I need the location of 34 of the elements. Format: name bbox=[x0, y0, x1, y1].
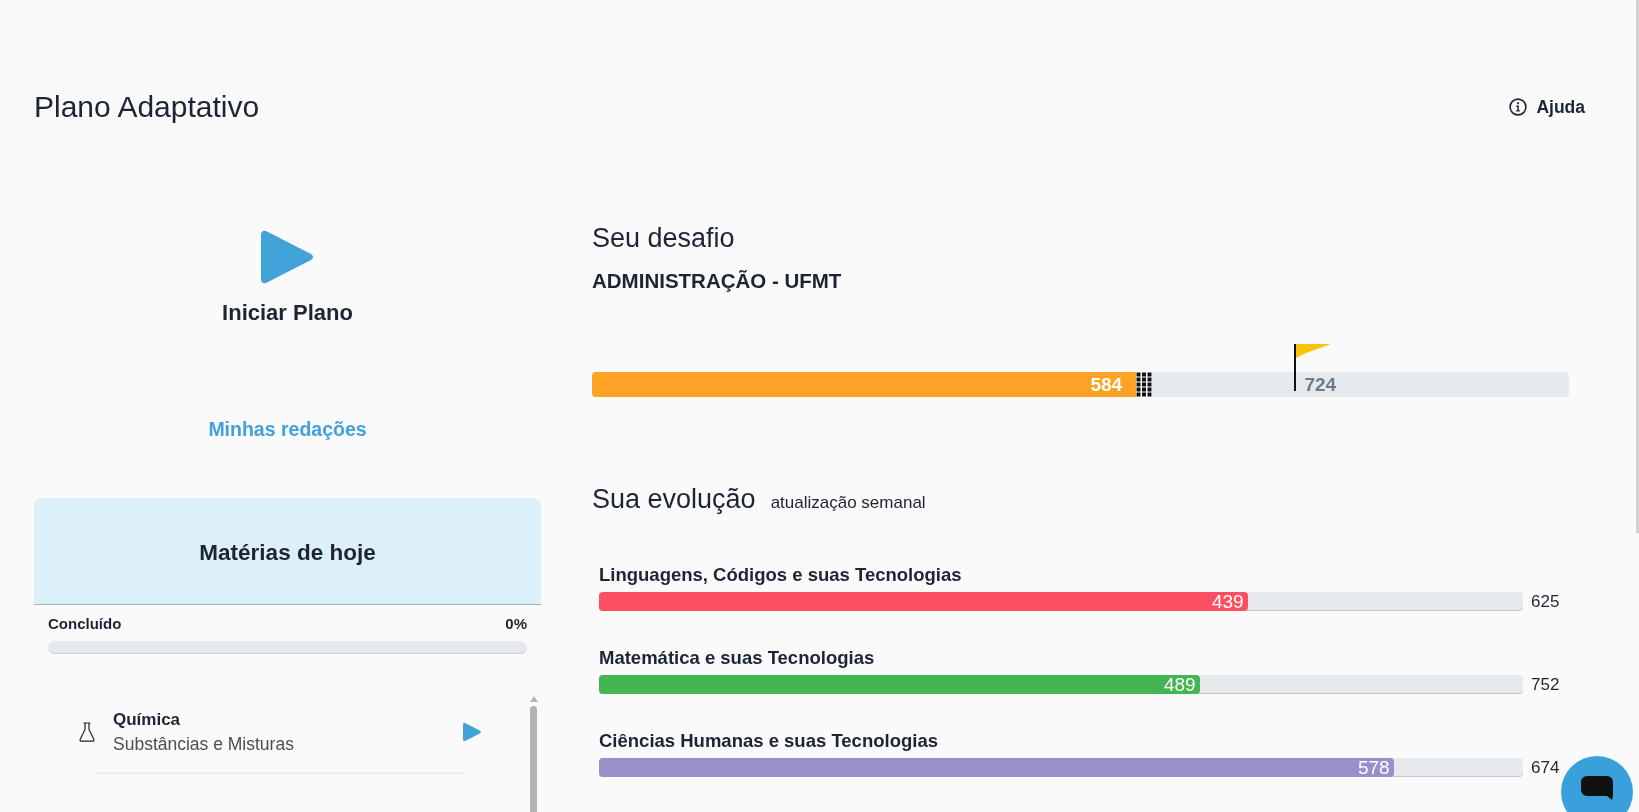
section-heading: Sua evolução bbox=[592, 485, 756, 514]
area-target: 674 bbox=[1531, 758, 1560, 777]
section-heading: Seu desafio bbox=[592, 224, 736, 253]
progress-value: 0% bbox=[505, 615, 527, 632]
area-name: Ciências Humanas e suas Tecnologias bbox=[599, 730, 939, 751]
progress-label: Concluído bbox=[48, 615, 122, 632]
subject-topic: Substâncias e Misturas bbox=[113, 733, 295, 756]
area-score: 489 bbox=[1163, 675, 1197, 694]
info-icon bbox=[1509, 98, 1528, 116]
area-name: Linguagens, Códigos e suas Tecnologias bbox=[599, 564, 963, 585]
goal-score: 724 bbox=[1304, 374, 1337, 396]
scrollbar-thumb[interactable] bbox=[530, 706, 537, 812]
course-name: ADMINISTRAÇÃO - UFMT bbox=[592, 270, 843, 292]
start-plan-button[interactable]: Iniciar Plano bbox=[222, 228, 353, 325]
play-icon bbox=[463, 722, 481, 742]
area-score: 439 bbox=[1211, 592, 1245, 611]
flask-icon bbox=[79, 722, 95, 742]
scroll-up-arrow-icon[interactable] bbox=[529, 696, 538, 702]
subject-name[interactable]: Química bbox=[113, 708, 463, 732]
checkered-flag-icon bbox=[1136, 372, 1153, 397]
page-scrollbar-thumb[interactable] bbox=[1636, 0, 1639, 533]
play-icon bbox=[261, 228, 314, 286]
current-score: 584 bbox=[1090, 374, 1124, 395]
area-target: 752 bbox=[1531, 675, 1560, 694]
update-note: atualização semanal bbox=[770, 493, 926, 512]
subjects-card-header: Matérias de hoje bbox=[34, 498, 541, 605]
chat-button[interactable] bbox=[1561, 756, 1633, 812]
help-link[interactable]: Ajuda bbox=[1509, 97, 1585, 117]
chat-bubble-icon bbox=[1581, 776, 1613, 800]
play-subject-button[interactable] bbox=[463, 722, 481, 742]
area-score: 578 bbox=[1357, 758, 1391, 777]
area-target: 625 bbox=[1531, 592, 1560, 611]
page-title: Plano Adaptativo bbox=[34, 90, 260, 124]
area-name: Matemática e suas Tecnologias bbox=[599, 647, 876, 668]
